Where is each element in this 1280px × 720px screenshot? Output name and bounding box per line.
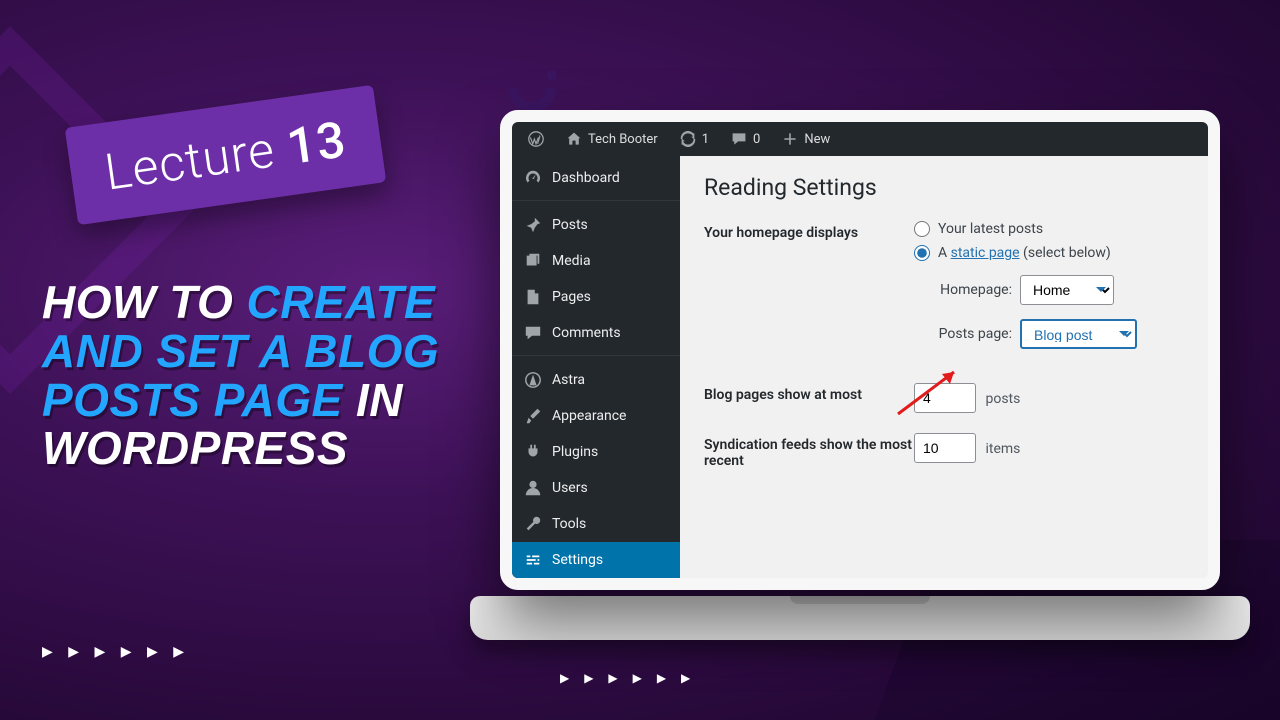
- radio-static-page[interactable]: [914, 245, 930, 261]
- sidebar-item-appearance[interactable]: Appearance: [512, 398, 680, 434]
- sidebar-item-label: Appearance: [552, 408, 626, 424]
- sidebar-item-label: Astra: [552, 372, 585, 388]
- wordpress-icon: [528, 131, 544, 147]
- homepage-select[interactable]: Home: [1020, 275, 1114, 305]
- updates-link[interactable]: 1: [672, 122, 717, 156]
- comment-icon: [524, 324, 542, 342]
- sidebar-item-tools[interactable]: Tools: [512, 506, 680, 542]
- sidebar-item-astra[interactable]: Astra: [512, 362, 680, 398]
- homepage-select-label: Homepage:: [914, 282, 1012, 298]
- title-accent: CREATE: [247, 276, 436, 328]
- menu-separator: [512, 355, 680, 358]
- radio-static-label: A static page (select below): [938, 245, 1111, 261]
- postspage-select[interactable]: Blog post: [1020, 319, 1137, 349]
- syndication-label: Syndication feeds show the most recent: [704, 433, 914, 469]
- new-content-link[interactable]: New: [774, 122, 838, 156]
- title-part: WORDPRESS: [42, 422, 348, 474]
- sidebar-item-label: Posts: [552, 217, 588, 233]
- menu-separator: [512, 200, 680, 203]
- laptop-screen: Tech Booter 1 0 New Dashboard: [500, 110, 1220, 590]
- blogpages-input[interactable]: [914, 383, 976, 413]
- blogpages-label: Blog pages show at most: [704, 383, 914, 403]
- plus-icon: [782, 131, 798, 147]
- radio-latest-posts[interactable]: [914, 221, 930, 237]
- sidebar-item-settings[interactable]: Settings: [512, 542, 680, 578]
- comment-icon: [731, 131, 747, 147]
- sidebar-item-label: Plugins: [552, 444, 598, 460]
- sidebar-item-label: Comments: [552, 325, 621, 341]
- sidebar-item-media[interactable]: Media: [512, 243, 680, 279]
- comments-count: 0: [753, 132, 760, 147]
- new-label: New: [804, 132, 830, 147]
- refresh-icon: [680, 131, 696, 147]
- title-accent: AND SET A BLOG: [42, 325, 439, 377]
- lecture-badge: Lecture 13: [65, 85, 386, 225]
- wp-content: Reading Settings Your homepage displays …: [680, 156, 1208, 578]
- syndication-input[interactable]: [914, 433, 976, 463]
- sidebar-item-label: Media: [552, 253, 591, 269]
- sidebar-item-plugins[interactable]: Plugins: [512, 434, 680, 470]
- postspage-select-label: Posts page:: [914, 326, 1012, 342]
- comments-link[interactable]: 0: [723, 122, 768, 156]
- wp-logo-menu[interactable]: [520, 122, 552, 156]
- sidebar-item-label: Dashboard: [552, 170, 620, 186]
- sidebar-item-label: Settings: [552, 552, 603, 568]
- title-accent: POSTS PAGE: [42, 374, 356, 426]
- sidebar-item-dashboard[interactable]: Dashboard: [512, 160, 680, 196]
- title-part: HOW TO: [42, 276, 247, 328]
- title-part: IN: [356, 374, 403, 426]
- page-icon: [524, 288, 542, 306]
- plug-icon: [524, 443, 542, 461]
- wrench-icon: [524, 515, 542, 533]
- user-icon: [524, 479, 542, 497]
- lecture-badge-prefix: Lecture: [101, 121, 278, 202]
- site-name-link[interactable]: Tech Booter: [558, 122, 666, 156]
- astra-icon: [524, 371, 542, 389]
- static-page-link[interactable]: static page: [951, 245, 1020, 261]
- blogpages-unit: posts: [985, 391, 1020, 407]
- sidebar-item-label: Pages: [552, 289, 591, 305]
- homepage-displays-label: Your homepage displays: [704, 221, 914, 241]
- slide-title: HOW TO CREATE AND SET A BLOG POSTS PAGE …: [42, 278, 472, 473]
- sidebar-item-pages[interactable]: Pages: [512, 279, 680, 315]
- sidebar-item-label: Tools: [552, 516, 586, 532]
- sidebar-item-users[interactable]: Users: [512, 470, 680, 506]
- radio-static-suffix: (select below): [1020, 245, 1111, 261]
- sidebar-item-comments[interactable]: Comments: [512, 315, 680, 351]
- laptop-keyboard-deck: [470, 596, 1250, 640]
- sidebar-item-posts[interactable]: Posts: [512, 207, 680, 243]
- dashboard-icon: [524, 169, 542, 187]
- chevrons-icon: ▶ ▶ ▶ ▶ ▶ ▶: [42, 644, 190, 660]
- media-icon: [524, 252, 542, 270]
- page-title: Reading Settings: [704, 174, 1184, 201]
- site-name: Tech Booter: [588, 132, 658, 147]
- sidebar-item-label: Users: [552, 480, 588, 496]
- radio-static-prefix: A: [938, 245, 951, 261]
- wp-sidebar: Dashboard Posts Media Pages Comment: [512, 156, 680, 578]
- brush-icon: [524, 407, 542, 425]
- home-icon: [566, 131, 582, 147]
- sliders-icon: [524, 551, 542, 569]
- pin-icon: [524, 216, 542, 234]
- updates-count: 1: [702, 132, 709, 147]
- wp-adminbar: Tech Booter 1 0 New: [512, 122, 1208, 156]
- syndication-unit: items: [985, 441, 1020, 457]
- radio-latest-label: Your latest posts: [938, 221, 1043, 237]
- laptop-mockup: Tech Booter 1 0 New Dashboard: [470, 110, 1250, 700]
- lecture-badge-number: 13: [284, 111, 350, 177]
